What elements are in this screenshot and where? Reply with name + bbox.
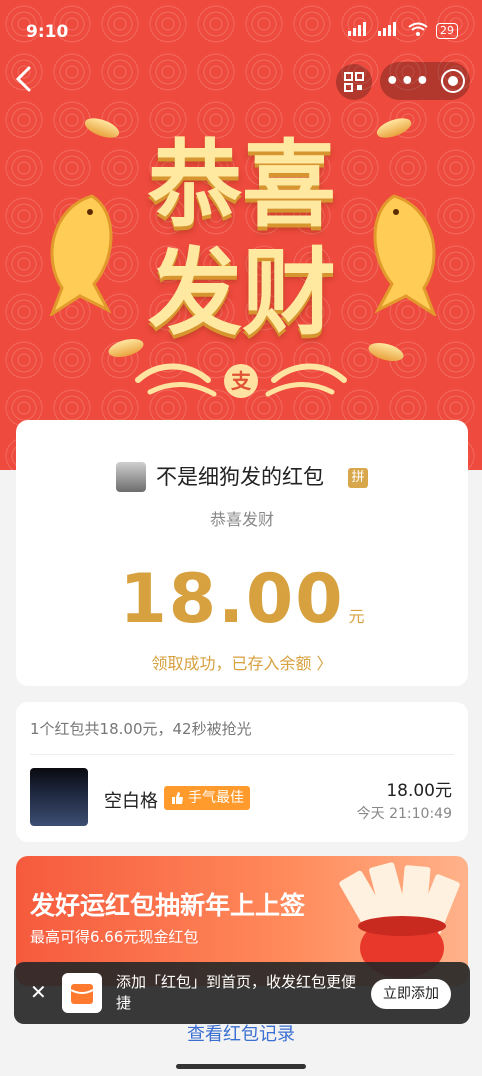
- divider: [30, 754, 454, 755]
- toast-message: 添加「红包」到首页，收发红包更便捷: [116, 973, 357, 1012]
- signal-icon: [348, 22, 370, 40]
- battery-icon: 29: [436, 23, 458, 39]
- thumb-up-icon: [172, 792, 183, 804]
- alipay-badge: 支: [224, 364, 258, 398]
- miniapp-capsule: •••: [380, 62, 470, 100]
- records-summary: 1个红包共18.00元，42秒被抢光: [30, 720, 252, 738]
- clock: 9:10: [26, 22, 69, 42]
- group-tag: 拼: [348, 468, 368, 488]
- records-card: 1个红包共18.00元，42秒被抢光 空白格 手气最佳 18.00元 今天 21…: [16, 702, 468, 842]
- avatar: [116, 462, 146, 492]
- avatar: [30, 768, 88, 826]
- koi-fish-icon: [373, 194, 437, 316]
- status-bar: 9:10 29: [0, 0, 482, 60]
- amount-display: 18.00 元: [16, 560, 468, 639]
- close-icon[interactable]: ✕: [30, 980, 47, 1004]
- received-amount: 18.00元: [386, 781, 452, 801]
- add-shortcut-toast: ✕ 添加「红包」到首页，收发红包更便捷 立即添加: [14, 962, 470, 1024]
- signal-icon: [378, 22, 400, 40]
- back-button[interactable]: [12, 64, 44, 96]
- target-icon[interactable]: [440, 69, 465, 93]
- amount-value: 18.00: [119, 560, 345, 639]
- receiver-name: 空白格: [104, 791, 158, 812]
- hero-title: 恭喜发财: [147, 131, 336, 348]
- status-icons: 29: [348, 22, 458, 40]
- greeting: 恭喜发财: [209, 510, 274, 529]
- scan-button[interactable]: [336, 64, 372, 100]
- scan-icon: [344, 72, 364, 92]
- wifi-icon: [408, 22, 428, 40]
- received-time: 今天 21:10:49: [356, 806, 452, 822]
- balance-link[interactable]: 领取成功，已存入余额 〉: [16, 650, 468, 674]
- add-now-button[interactable]: 立即添加: [371, 979, 451, 1009]
- view-records-link[interactable]: 查看红包记录: [0, 1020, 482, 1046]
- best-luck-badge: 手气最佳: [164, 786, 250, 810]
- koi-fish-icon: [49, 194, 113, 316]
- promo-title: 发好运红包抽新年上上签: [30, 891, 306, 920]
- promo-subtitle: 最高可得6.66元现金红包: [30, 928, 199, 946]
- sender-name: 不是细狗发的红包: [156, 465, 324, 489]
- amount-unit: 元: [348, 607, 365, 626]
- more-dots-icon[interactable]: •••: [385, 69, 430, 94]
- red-packet-card: 不是细狗发的红包 拼 恭喜发财 18.00 元 领取成功，已存入余额 〉: [16, 420, 468, 686]
- red-packet-app-icon: [62, 973, 102, 1013]
- chevron-left-icon: [15, 66, 31, 92]
- home-indicator[interactable]: [176, 1064, 306, 1069]
